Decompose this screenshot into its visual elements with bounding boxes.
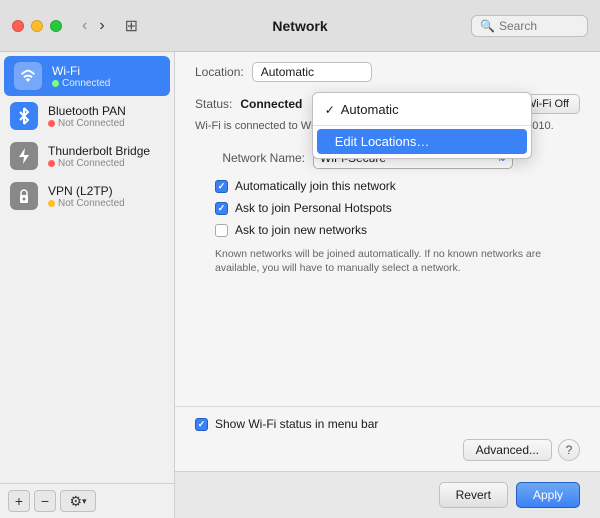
vpn-icon (10, 182, 38, 210)
search-box[interactable]: 🔍 (471, 15, 588, 37)
vpn-item-info: VPN (L2TP) Not Connected (48, 184, 125, 209)
checkbox-row-new-networks: Ask to join new networks (195, 223, 580, 237)
new-networks-checkbox[interactable] (215, 224, 228, 237)
popup-divider (313, 125, 531, 126)
sidebar-item-bluetooth[interactable]: Bluetooth PAN Not Connected (0, 96, 174, 136)
fullscreen-button[interactable] (50, 20, 62, 32)
show-status-label: Show Wi-Fi status in menu bar (215, 417, 378, 431)
wifi-item-info: Wi-Fi Connected (52, 64, 110, 89)
wifi-icon (14, 62, 42, 90)
popup-item-edit-locations[interactable]: Edit Locations… (317, 129, 527, 154)
networks-sublabel: Known networks will be joined automatica… (195, 247, 580, 276)
search-icon: 🔍 (480, 19, 495, 33)
personal-hotspot-label: Ask to join Personal Hotspots (235, 201, 392, 215)
checkbox-row-personal-hotspot: Ask to join Personal Hotspots (195, 201, 580, 215)
sidebar-footer: + − ⚙ ▾ (0, 483, 174, 518)
popup-automatic-label: Automatic (341, 102, 399, 117)
traffic-lights (12, 20, 62, 32)
popup-edit-label: Edit Locations… (335, 134, 430, 149)
bluetooth-item-status: Not Connected (48, 118, 126, 129)
thunderbolt-item-info: Thunderbolt Bridge Not Connected (48, 144, 150, 169)
wifi-status-text: Connected (62, 78, 110, 89)
gear-dropdown-button[interactable]: ⚙ ▾ (60, 490, 96, 512)
wifi-item-status: Connected (52, 78, 110, 89)
thunderbolt-status-text: Not Connected (58, 158, 125, 169)
bluetooth-status-dot (48, 120, 55, 127)
help-button[interactable]: ? (558, 439, 580, 461)
back-button[interactable]: ‹ (78, 15, 91, 37)
personal-hotspot-checkbox[interactable] (215, 202, 228, 215)
vpn-status-text: Not Connected (58, 198, 125, 209)
show-status-row: Show Wi-Fi status in menu bar (195, 417, 580, 431)
auto-join-label: Automatically join this network (235, 179, 396, 193)
window-title: Network (272, 18, 327, 34)
search-input[interactable] (499, 19, 579, 33)
bottom-section: Show Wi-Fi status in menu bar Advanced..… (175, 406, 600, 471)
thunderbolt-status-dot (48, 160, 55, 167)
location-bar: Location: Automatic ✓ Automatic Edit Loc… (175, 52, 600, 82)
titlebar: ‹ › ⊞ Network 🔍 (0, 0, 600, 52)
check-icon: ✓ (325, 103, 335, 117)
vpn-item-status: Not Connected (48, 198, 125, 209)
bluetooth-item-name: Bluetooth PAN (48, 104, 126, 118)
bluetooth-icon (10, 102, 38, 130)
location-dropdown-wrap: Automatic ✓ Automatic Edit Locations… (252, 62, 372, 82)
main-content: Wi-Fi Connected Bluetooth PAN (0, 52, 600, 518)
wifi-item-name: Wi-Fi (52, 64, 110, 78)
advanced-row: Advanced... ? (195, 439, 580, 461)
chevron-down-icon: ▾ (82, 496, 87, 507)
location-dropdown[interactable]: Automatic (252, 62, 372, 82)
location-current-value: Automatic (261, 65, 314, 79)
sidebar-item-wifi[interactable]: Wi-Fi Connected (4, 56, 170, 96)
network-name-label: Network Name: (195, 151, 305, 165)
popup-item-automatic[interactable]: ✓ Automatic (313, 97, 531, 122)
sidebar: Wi-Fi Connected Bluetooth PAN (0, 52, 175, 518)
vpn-item-name: VPN (L2TP) (48, 184, 125, 198)
sidebar-list: Wi-Fi Connected Bluetooth PAN (0, 52, 174, 483)
show-status-checkbox[interactable] (195, 418, 208, 431)
remove-connection-button[interactable]: − (34, 490, 56, 512)
close-button[interactable] (12, 20, 24, 32)
sidebar-item-vpn[interactable]: VPN (L2TP) Not Connected (0, 176, 174, 216)
new-networks-label: Ask to join new networks (235, 223, 367, 237)
footer-buttons: Revert Apply (175, 471, 600, 518)
status-label: Status: (195, 97, 232, 111)
bluetooth-status-text: Not Connected (58, 118, 125, 129)
gear-icon: ⚙ (69, 493, 82, 510)
thunderbolt-item-name: Thunderbolt Bridge (48, 144, 150, 158)
checkbox-row-auto-join: Automatically join this network (195, 179, 580, 193)
sidebar-item-thunderbolt[interactable]: Thunderbolt Bridge Not Connected (0, 136, 174, 176)
add-connection-button[interactable]: + (8, 490, 30, 512)
status-value: Connected (240, 97, 302, 111)
right-panel: Location: Automatic ✓ Automatic Edit Loc… (175, 52, 600, 518)
location-popup: ✓ Automatic Edit Locations… (312, 92, 532, 159)
bluetooth-item-info: Bluetooth PAN Not Connected (48, 104, 126, 129)
forward-button[interactable]: › (95, 15, 108, 37)
apply-button[interactable]: Apply (516, 482, 580, 508)
wifi-status-dot (52, 80, 59, 87)
app-grid-button[interactable]: ⊞ (125, 16, 138, 36)
thunderbolt-icon (10, 142, 38, 170)
advanced-button[interactable]: Advanced... (463, 439, 552, 461)
location-label: Location: (195, 65, 244, 79)
auto-join-checkbox[interactable] (215, 180, 228, 193)
thunderbolt-item-status: Not Connected (48, 158, 150, 169)
revert-button[interactable]: Revert (439, 482, 508, 508)
vpn-status-dot (48, 200, 55, 207)
minimize-button[interactable] (31, 20, 43, 32)
nav-buttons: ‹ › (78, 15, 109, 37)
